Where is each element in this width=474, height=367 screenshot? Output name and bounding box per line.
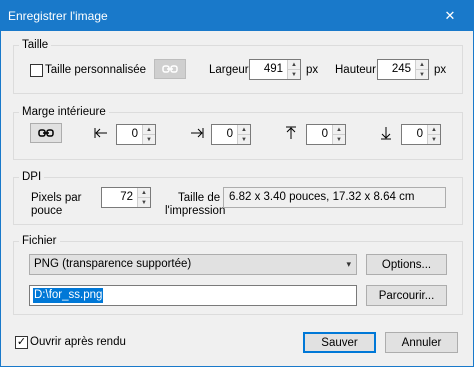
- link-icon: [162, 65, 178, 73]
- padding-group-label: Marge intérieure: [19, 106, 109, 119]
- arrow-right-to-bar-icon: [191, 128, 204, 138]
- padding-top-stepper[interactable]: 0 ▲ ▼: [306, 124, 346, 145]
- close-icon: ✕: [444, 8, 456, 23]
- file-path-input[interactable]: D:\for_ss.png: [29, 285, 357, 306]
- pixels-per-inch-label-line1: Pixels par: [31, 192, 82, 204]
- height-label: Hauteur: [335, 64, 376, 76]
- padding-bottom-down-button[interactable]: ▼: [428, 134, 440, 144]
- padding-top-down-button[interactable]: ▼: [333, 134, 345, 144]
- padding-left-stepper[interactable]: 0 ▲ ▼: [116, 124, 156, 145]
- print-size-display: 6.82 x 3.40 pouces, 17.32 x 8.64 cm: [223, 187, 446, 208]
- print-size-label-line2: l'impression: [165, 205, 226, 217]
- padding-left-down-button[interactable]: ▼: [143, 134, 155, 144]
- width-up-button[interactable]: ▲: [288, 60, 300, 69]
- browse-button[interactable]: Parcourir...: [366, 285, 447, 306]
- height-down-button[interactable]: ▼: [416, 69, 428, 79]
- padding-right-up-button[interactable]: ▲: [238, 125, 250, 134]
- width-value: 491: [263, 63, 283, 75]
- dpi-group-label: DPI: [19, 171, 45, 184]
- padding-right-stepper[interactable]: 0 ▲ ▼: [211, 124, 251, 145]
- height-up-button[interactable]: ▲: [416, 60, 428, 69]
- custom-size-checkbox[interactable]: [30, 64, 43, 77]
- padding-bottom-value: 0: [416, 128, 423, 140]
- file-path-value: D:\for_ss.png: [33, 288, 104, 303]
- pixels-per-inch-label-line2: pouce: [31, 205, 63, 217]
- height-unit: px: [434, 64, 447, 76]
- dpi-up-button[interactable]: ▲: [138, 188, 150, 197]
- open-after-render-checkbox[interactable]: ✓: [15, 336, 28, 349]
- open-after-render-label: Ouvrir après rendu: [30, 336, 126, 348]
- padding-right-value: 0: [226, 128, 233, 140]
- height-stepper[interactable]: 245 ▲ ▼: [377, 59, 429, 80]
- cancel-button[interactable]: Annuler: [385, 332, 458, 353]
- size-group-label: Taille: [19, 39, 52, 52]
- dpi-down-button[interactable]: ▼: [138, 197, 150, 207]
- chevron-down-icon: ▾: [346, 259, 351, 269]
- close-button[interactable]: ✕: [427, 1, 473, 31]
- window-title: Enregistrer l'image: [8, 9, 108, 23]
- arrow-left-from-bar-icon: [94, 128, 107, 138]
- dpi-value: 72: [120, 191, 133, 203]
- padding-left-value: 0: [131, 128, 138, 140]
- format-selected-value: PNG (transparence supportée): [34, 258, 192, 270]
- width-stepper[interactable]: 491 ▲ ▼: [249, 59, 301, 80]
- height-value: 245: [391, 63, 411, 75]
- width-down-button[interactable]: ▼: [288, 69, 300, 79]
- width-unit: px: [306, 64, 319, 76]
- padding-link-button[interactable]: [30, 123, 62, 143]
- custom-size-label: Taille personnalisée: [45, 64, 147, 76]
- padding-top-up-button[interactable]: ▲: [333, 125, 345, 134]
- check-icon: ✓: [16, 336, 27, 348]
- options-button[interactable]: Options...: [366, 254, 447, 275]
- arrow-down-to-bar-icon: [381, 127, 391, 140]
- dpi-stepper[interactable]: 72 ▲ ▼: [101, 187, 151, 208]
- file-group-label: Fichier: [19, 235, 60, 248]
- width-label: Largeur: [209, 64, 249, 76]
- link-icon: [38, 129, 54, 137]
- save-button[interactable]: Sauver: [303, 332, 376, 353]
- size-link-button[interactable]: [154, 59, 186, 79]
- padding-left-up-button[interactable]: ▲: [143, 125, 155, 134]
- save-image-dialog: Enregistrer l'image ✕ Taille Taille pers…: [0, 0, 474, 367]
- title-bar: Enregistrer l'image ✕: [1, 1, 473, 31]
- padding-right-down-button[interactable]: ▼: [238, 134, 250, 144]
- padding-bottom-stepper[interactable]: 0 ▲ ▼: [401, 124, 441, 145]
- print-size-label-line1: Taille de: [178, 192, 221, 204]
- format-select[interactable]: PNG (transparence supportée) ▾: [29, 254, 357, 275]
- padding-top-value: 0: [321, 128, 328, 140]
- padding-bottom-up-button[interactable]: ▲: [428, 125, 440, 134]
- arrow-up-to-bar-icon: [286, 126, 296, 139]
